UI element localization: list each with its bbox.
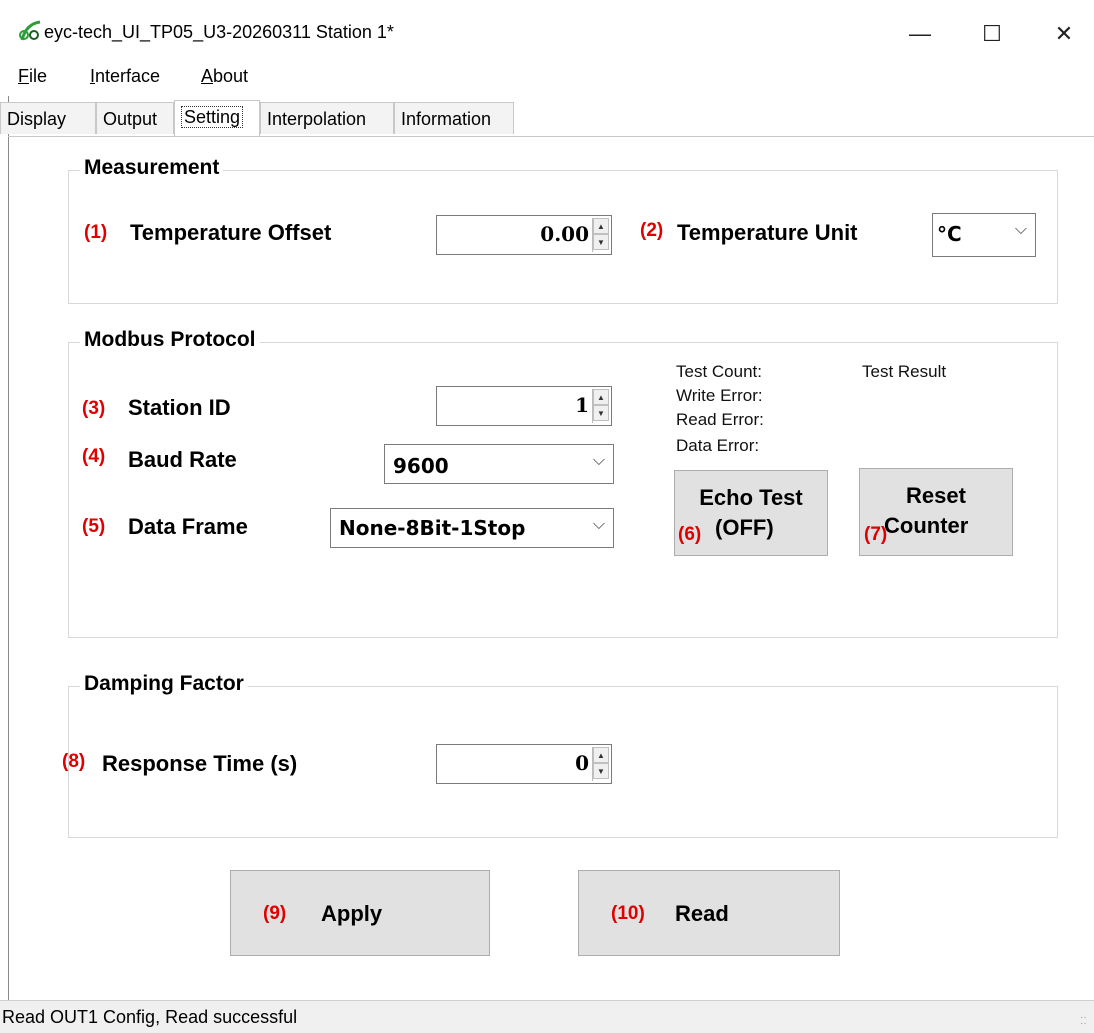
echo-test-number: (6)	[678, 524, 702, 545]
baud-rate-label: Baud Rate	[128, 447, 237, 472]
temp-offset-spinbox[interactable]: 0.00 ▲ ▼	[436, 215, 612, 255]
temp-offset-value: 0.00	[540, 222, 589, 246]
tab-information[interactable]: Information	[394, 102, 514, 134]
station-id-arrows: ▲ ▼	[592, 389, 609, 423]
app-logo-icon	[18, 20, 42, 42]
write-error-label: Write Error:	[676, 386, 763, 405]
window-left-border	[8, 96, 9, 1002]
read-button[interactable]: (10) Read	[578, 870, 840, 956]
station-id-value: 1	[575, 393, 589, 417]
test-count-label: Test Count:	[676, 362, 762, 381]
damping-title: Damping Factor	[80, 672, 248, 696]
menu-file[interactable]: File	[18, 66, 47, 87]
reset-counter-number: (7)	[864, 524, 888, 545]
read-error-label: Read Error:	[676, 410, 764, 429]
spin-down-icon[interactable]: ▼	[593, 405, 609, 421]
data-frame-number: (5)	[82, 516, 106, 537]
chevron-down-icon: ⌵	[592, 516, 605, 533]
response-time-arrows: ▲ ▼	[592, 747, 609, 781]
menu-about-accel: A	[201, 66, 214, 86]
temp-offset-label: Temperature Offset	[130, 220, 332, 245]
close-button[interactable]: ✕	[1044, 16, 1084, 52]
measurement-title: Measurement	[80, 156, 224, 180]
tab-setting-label: Setting	[181, 106, 244, 128]
station-id-label: Station ID	[128, 395, 231, 420]
status-text: Read OUT1 Config, Read successful	[2, 1007, 298, 1027]
spin-up-icon[interactable]: ▲	[593, 747, 609, 763]
apply-button[interactable]: (9) Apply	[230, 870, 490, 956]
reset-counter-line2: Counter	[884, 513, 969, 538]
apply-number: (9)	[263, 903, 287, 924]
temp-offset-arrows: ▲ ▼	[592, 218, 609, 252]
response-time-number: (8)	[62, 751, 86, 772]
station-id-spinbox[interactable]: 1 ▲ ▼	[436, 386, 612, 426]
menu-about[interactable]: About	[201, 66, 248, 87]
response-time-label: Response Time (s)	[102, 751, 298, 776]
maximize-button[interactable]: ☐	[972, 16, 1012, 52]
spin-down-icon[interactable]: ▼	[593, 234, 609, 250]
data-frame-label: Data Frame	[128, 514, 248, 539]
tab-strip: Display Output Setting Interpolation Inf…	[0, 100, 1094, 136]
chevron-down-icon: ⌵	[1014, 221, 1027, 238]
menu-file-label: ile	[29, 66, 48, 86]
modbus-title: Modbus Protocol	[80, 328, 260, 352]
chevron-down-icon: ⌵	[592, 452, 605, 469]
temp-unit-label: Temperature Unit	[677, 220, 858, 245]
tab-content-border	[8, 136, 1094, 137]
baud-rate-select[interactable]: 9600 ⌵	[384, 444, 614, 484]
read-label: Read	[675, 901, 729, 926]
test-result-label: Test Result	[862, 362, 947, 381]
spin-down-icon[interactable]: ▼	[593, 763, 609, 779]
tab-display[interactable]: Display	[0, 102, 96, 134]
temp-unit-number: (2)	[640, 220, 664, 241]
response-time-value: 0	[575, 751, 589, 775]
temp-unit-select[interactable]: °C ⌵	[932, 213, 1036, 257]
temp-offset-number: (1)	[84, 222, 108, 243]
menu-interface-label: nterface	[95, 66, 161, 86]
tab-interpolation[interactable]: Interpolation	[260, 102, 394, 134]
spin-up-icon[interactable]: ▲	[593, 218, 609, 234]
echo-test-line1: Echo Test	[699, 485, 803, 510]
spin-up-icon[interactable]: ▲	[593, 389, 609, 405]
data-error-label: Data Error:	[676, 436, 760, 455]
menu-interface[interactable]: Interface	[90, 66, 160, 87]
baud-rate-number: (4)	[82, 446, 106, 467]
menu-file-accel: F	[18, 66, 29, 86]
reset-counter-line1: Reset	[906, 483, 966, 508]
station-id-number: (3)	[82, 398, 106, 419]
tab-setting[interactable]: Setting	[174, 100, 260, 136]
status-bar: Read OUT1 Config, Read successful ·· ··	[0, 1000, 1094, 1033]
response-time-spinbox[interactable]: 0 ▲ ▼	[436, 744, 612, 784]
window-title: eyc-tech_UI_TP05_U3-20260311 Station 1*	[44, 22, 394, 42]
echo-test-line2: (OFF)	[715, 515, 774, 540]
temp-unit-value: °C	[937, 222, 962, 246]
read-number: (10)	[611, 903, 645, 924]
baud-rate-value: 9600	[393, 454, 449, 478]
tab-output[interactable]: Output	[96, 102, 174, 134]
resize-grip-icon[interactable]: ·· ··	[1080, 1013, 1092, 1029]
title-bar: eyc-tech_UI_TP05_U3-20260311 Station 1* …	[0, 0, 1094, 62]
data-frame-select[interactable]: None-8Bit-1Stop ⌵	[330, 508, 614, 548]
apply-label: Apply	[321, 901, 383, 926]
data-frame-value: None-8Bit-1Stop	[339, 516, 526, 540]
menu-bar: File Interface About	[0, 62, 1094, 96]
minimize-button[interactable]: —	[900, 16, 940, 52]
menu-about-label: bout	[213, 66, 249, 86]
